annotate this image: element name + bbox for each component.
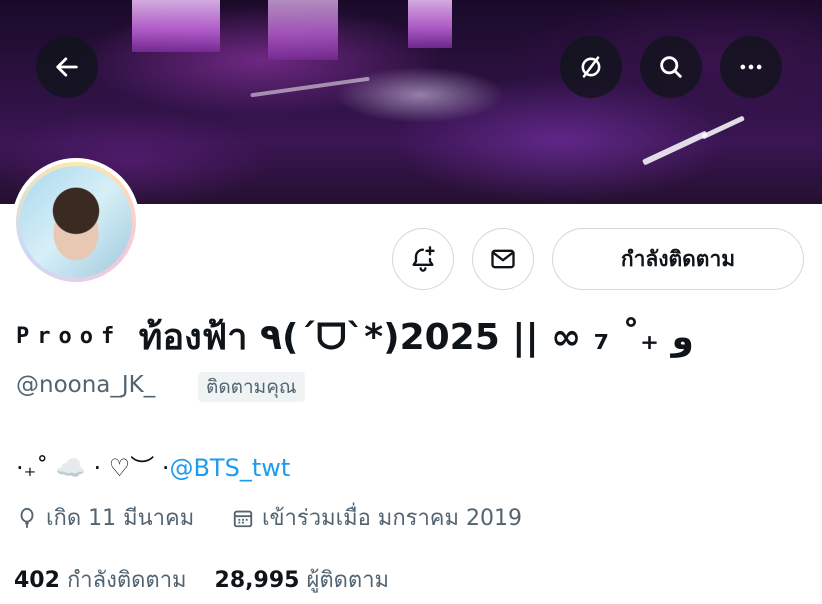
following-count: 402: [14, 568, 60, 593]
birthday-info: เกิด 11 มีนาคม: [16, 500, 194, 535]
display-name-prefix: Proof: [16, 324, 123, 349]
banner-stage-screen: [268, 0, 338, 60]
banner-light: [701, 115, 745, 140]
joined-text: เข้าร่วมเมื่อ มกราคม 2019: [262, 506, 523, 531]
hide-reposts-button[interactable]: [560, 36, 622, 98]
hide-reposts-icon: [581, 56, 601, 78]
display-name: Proof ท้องฟ้า ٩(ˊᗜˋ*)و ₊˚ ₇ ∞ || 2025: [16, 308, 694, 365]
follows-you-badge: ติดตามคุณ: [198, 372, 305, 402]
more-icon: [740, 64, 762, 70]
user-handle: @noona_JK_: [16, 372, 156, 398]
bio-text: ⋅₊˚ ☁️ · ♡︶ ⋅: [16, 454, 170, 482]
following-link[interactable]: 402 กำลังติดตาม: [14, 568, 187, 593]
banner-light: [250, 76, 370, 98]
bio-mention-link[interactable]: @BTS_twt: [169, 454, 290, 482]
search-icon: [660, 56, 682, 78]
followers-link[interactable]: 28,995 ผู้ติดตาม: [215, 568, 390, 593]
followers-count: 28,995: [214, 568, 300, 593]
arrow-left-icon: [56, 57, 78, 77]
search-button[interactable]: [640, 36, 702, 98]
joined-info: เข้าร่วมเมื่อ มกราคม 2019: [232, 500, 522, 535]
follow-stats: 402 กำลังติดตาม 28,995 ผู้ติดตาม: [14, 562, 389, 597]
banner-stage-screen: [132, 0, 220, 52]
notify-button[interactable]: [392, 228, 454, 290]
back-button[interactable]: [36, 36, 98, 98]
following-button[interactable]: กำลังติดตาม: [552, 228, 804, 290]
profile-banner[interactable]: [0, 0, 822, 204]
calendar-icon: [233, 510, 253, 527]
message-button[interactable]: [472, 228, 534, 290]
balloon-icon: [20, 507, 34, 528]
more-button[interactable]: [720, 36, 782, 98]
profile-bio: ⋅₊˚ ☁️ · ♡︶ ⋅@BTS_twt: [16, 448, 290, 483]
banner-light: [642, 130, 708, 166]
followers-label: ผู้ติดตาม: [306, 568, 390, 593]
banner-stage-screen: [408, 0, 452, 48]
bell-plus-icon: [412, 246, 435, 272]
following-label: กำลังติดตาม: [66, 568, 187, 593]
mail-icon: [491, 249, 515, 269]
avatar-image: [20, 166, 132, 278]
birthday-text: เกิด 11 มีนาคม: [46, 506, 195, 531]
display-name-main: ท้องฟ้า ٩(ˊᗜˋ*)و ₊˚ ₇ ∞ || 2025: [138, 317, 694, 358]
avatar[interactable]: [12, 158, 140, 286]
